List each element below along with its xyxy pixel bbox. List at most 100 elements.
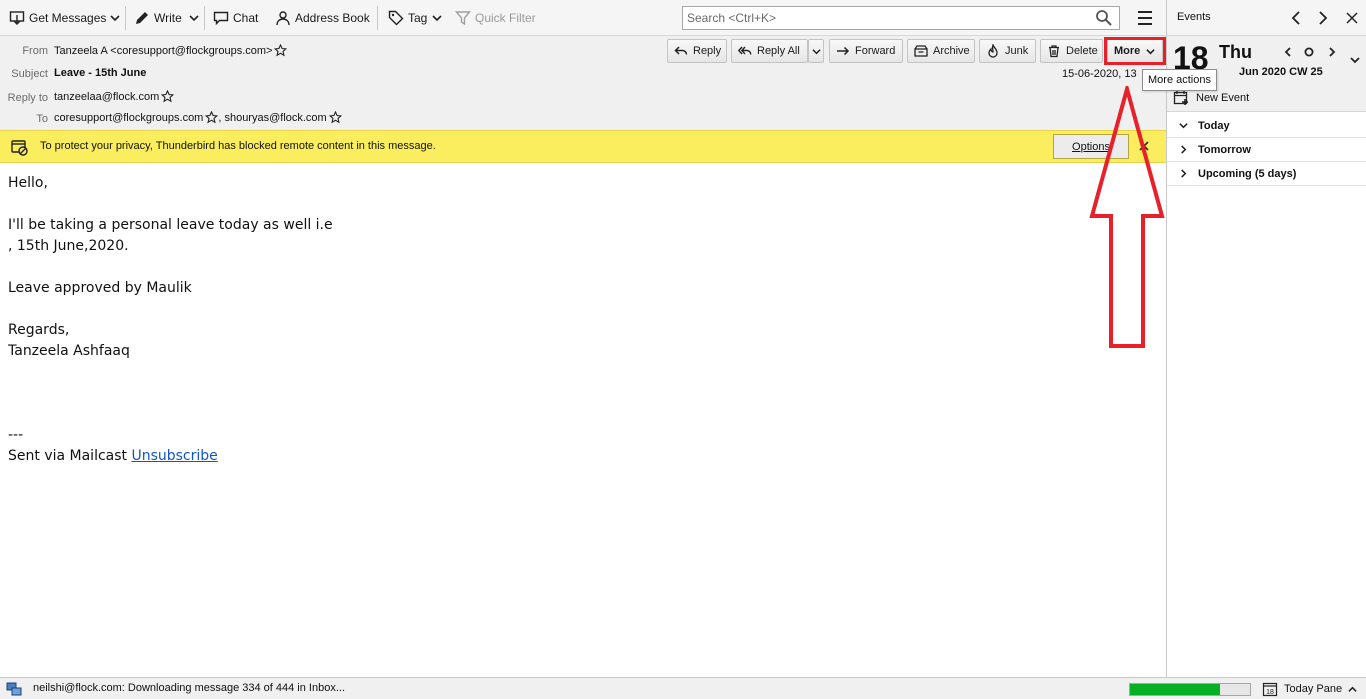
from-label: From <box>22 45 48 57</box>
calendar-add-icon <box>1173 90 1188 105</box>
body-footer: Sent via Mailcast Unsubscribe <box>8 446 1158 467</box>
get-messages-button[interactable]: Get Messages <box>9 5 106 31</box>
subject-value: Leave - 15th June <box>54 67 147 79</box>
star-icon[interactable] <box>274 44 288 57</box>
tag-button[interactable]: Tag <box>388 5 442 31</box>
day-name: Thu <box>1219 42 1252 62</box>
archive-button[interactable]: Archive <box>907 39 975 63</box>
reply-to-field[interactable]: tanzeelaa@flock.com <box>54 90 175 103</box>
star-icon[interactable] <box>161 90 175 103</box>
write-dropdown[interactable] <box>187 5 201 31</box>
junk-label: Junk <box>1005 45 1029 57</box>
next-view-button[interactable] <box>1316 10 1330 26</box>
collapse-date-button[interactable] <box>1350 54 1360 66</box>
download-mail-icon <box>9 10 25 26</box>
options-button[interactable]: Options <box>1053 134 1129 159</box>
body-line-2: , 15th June,2020. <box>8 238 129 254</box>
body-regards: Regards, <box>8 322 70 338</box>
today-button[interactable] <box>1304 46 1314 58</box>
next-day-button[interactable] <box>1327 46 1337 58</box>
reply-all-icon <box>738 44 752 58</box>
events-group-upcoming[interactable]: Upcoming (5 days) <box>1167 162 1366 186</box>
events-title: Events <box>1177 11 1211 23</box>
search-input[interactable]: Search <Ctrl+K> <box>682 6 1120 30</box>
chevron-up-icon <box>1348 686 1357 692</box>
reply-button[interactable]: Reply <box>667 39 727 63</box>
chevron-down-icon <box>189 15 199 22</box>
forward-arrow-icon <box>836 44 850 58</box>
reply-label: Reply <box>693 45 722 57</box>
chevron-right-icon <box>1181 145 1187 154</box>
get-messages-dropdown[interactable] <box>108 5 122 31</box>
reply-to-value: tanzeelaa@flock.com <box>54 90 160 103</box>
reply-arrow-icon <box>674 44 688 58</box>
from-field[interactable]: Tanzeela A <coresupport@flockgroups.com> <box>54 44 288 57</box>
events-group-today[interactable]: Today <box>1167 114 1366 138</box>
events-group-tomorrow[interactable]: Tomorrow <box>1167 138 1366 162</box>
trash-icon <box>1047 44 1061 58</box>
subject-field: Leave - 15th June <box>54 67 146 79</box>
network-activity-icon <box>6 682 22 696</box>
quick-filter-button[interactable]: Quick Filter <box>455 5 536 31</box>
address-book-button[interactable]: Address Book <box>275 5 370 31</box>
reply-all-label: Reply All <box>757 45 800 57</box>
body-separator: --- <box>8 427 24 443</box>
to-label: To <box>36 113 48 125</box>
archive-label: Archive <box>933 45 970 57</box>
prev-view-button[interactable] <box>1289 10 1303 26</box>
prev-day-button[interactable] <box>1283 46 1293 58</box>
body-line-3: Leave approved by Maulik <box>8 280 192 296</box>
footer-prefix: Sent via Mailcast <box>8 448 132 464</box>
body-blank <box>8 362 1158 383</box>
close-pane-button[interactable] <box>1345 10 1359 26</box>
to-value-1: coresupport@flockgroups.com <box>54 111 204 124</box>
chevron-right-icon <box>1181 169 1187 178</box>
events-group-label: Tomorrow <box>1198 143 1251 156</box>
pencil-icon <box>134 10 150 26</box>
subject-label: Subject <box>11 68 48 80</box>
get-messages-label: Get Messages <box>29 11 107 25</box>
star-icon[interactable] <box>328 111 342 124</box>
write-button[interactable]: Write <box>134 5 182 31</box>
delete-button[interactable]: Delete <box>1040 39 1103 63</box>
reply-to-label: Reply to <box>7 92 48 104</box>
today-pane: Events 18 Thu Jun 2020 CW 25 New Event T… <box>1166 0 1366 677</box>
toolbar-separator <box>125 6 126 30</box>
quick-filter-label: Quick Filter <box>475 11 536 25</box>
status-bar: neilshi@flock.com: Downloading message 3… <box>0 677 1366 699</box>
funnel-icon <box>455 10 471 26</box>
remote-content-notification: To protect your privacy, Thunderbird has… <box>0 130 1166 163</box>
chevron-right-icon <box>1329 47 1336 57</box>
chevron-down-icon <box>110 15 120 22</box>
events-group-label: Today <box>1198 119 1230 132</box>
chat-label: Chat <box>233 11 259 25</box>
chevron-left-icon <box>1291 11 1300 25</box>
search-placeholder: Search <Ctrl+K> <box>687 11 777 25</box>
close-icon[interactable] <box>1138 140 1150 152</box>
events-header: Events <box>1167 0 1366 36</box>
unsubscribe-link[interactable]: Unsubscribe <box>131 448 217 464</box>
search-icon <box>1096 10 1112 26</box>
tag-icon <box>388 10 404 26</box>
chat-button[interactable]: Chat <box>213 5 258 31</box>
today-pane-toggle[interactable]: 18 Today Pane <box>1262 680 1357 698</box>
body-signature: Tanzeela Ashfaaq <box>8 343 130 359</box>
calendar-icon-day: 18 <box>1266 689 1274 696</box>
message-header: From Tanzeela A <coresupport@flockgroups… <box>0 36 1166 130</box>
reply-all-button[interactable]: Reply All <box>731 39 808 63</box>
notification-text: To protect your privacy, Thunderbird has… <box>40 140 436 152</box>
chevron-right-icon <box>1319 11 1328 25</box>
chevron-left-icon <box>1284 47 1291 57</box>
body-blank <box>8 299 1158 320</box>
more-actions-tooltip: More actions <box>1142 69 1217 91</box>
to-field[interactable]: coresupport@flockgroups.com , shouryas@f… <box>54 111 342 124</box>
write-label: Write <box>154 11 182 25</box>
hamburger-menu-icon[interactable] <box>1136 9 1154 27</box>
toolbar-separator <box>204 6 205 30</box>
star-icon[interactable] <box>205 111 219 124</box>
junk-button[interactable]: Junk <box>979 39 1036 63</box>
reply-all-dropdown[interactable] <box>808 39 824 63</box>
more-button-highlight <box>1104 37 1166 65</box>
month-week: Jun 2020 CW 25 <box>1239 66 1323 78</box>
forward-button[interactable]: Forward <box>829 39 903 63</box>
